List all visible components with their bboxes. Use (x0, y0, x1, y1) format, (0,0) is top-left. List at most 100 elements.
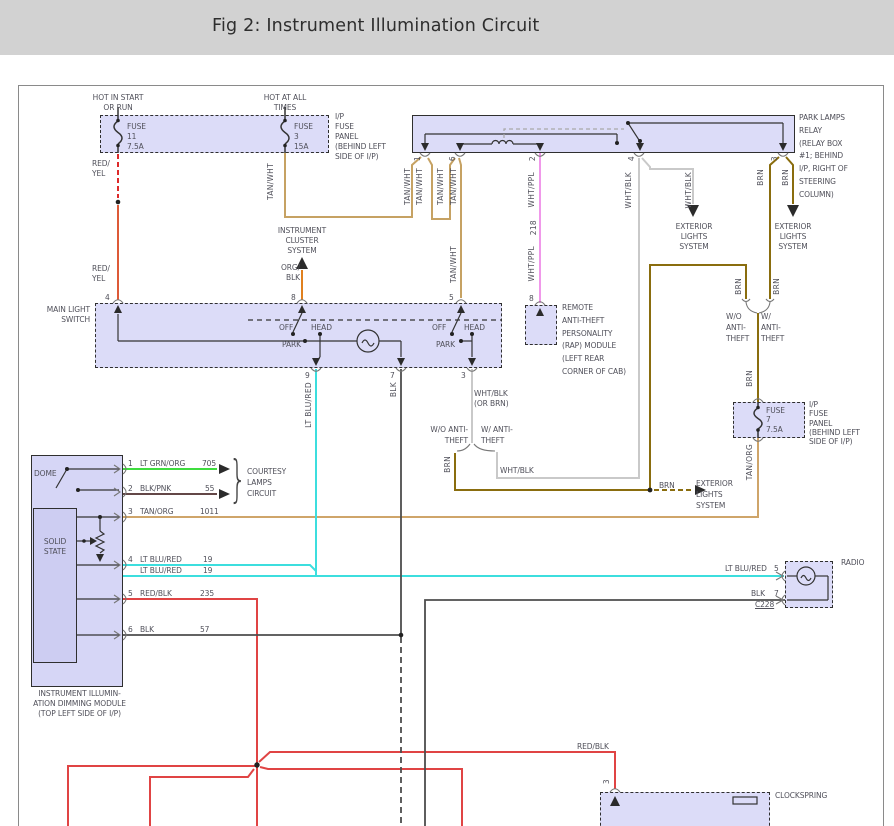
instrument-cluster-system-label: INSTRUMENT CLUSTER SYSTEM (268, 226, 336, 256)
w-anti-theft-label-1: W/ ANTI- THEFT (481, 424, 513, 446)
fuse11-label: FUSE 11 7.5A (127, 122, 146, 152)
row5-circuit: 235 (200, 589, 214, 599)
mls-off-1: OFF (279, 323, 293, 333)
wht-ppl-label-1: WHT/PPL (527, 172, 536, 208)
blk-vlabel: BLK (389, 382, 398, 397)
wiring-diagram-page: Fig 2: Instrument Illumination Circuit (0, 0, 894, 826)
org-blk-label: ORG/ BLK (270, 263, 300, 283)
lt-blu-red-vlabel: LT BLU/RED (304, 382, 313, 428)
brn-vlabel-5: BRN (772, 278, 781, 295)
tan-wht-label-fuse3: TAN/WHT (266, 163, 275, 200)
relay-pin1: 1 (413, 156, 422, 161)
brn-label-1: BRN (756, 169, 765, 186)
row4b-circuit: 19 (203, 566, 212, 576)
row1-pin: 1 (128, 459, 133, 469)
row4-circuit: 19 (203, 555, 212, 565)
ip-fuse-panel-label: I/P FUSE PANEL (BEHIND LEFT SIDE OF I/P) (335, 112, 386, 162)
row4-wire: LT BLU/RED (140, 555, 182, 565)
courtesy-brace: } (229, 450, 246, 508)
relay-pin3: 3 (770, 156, 779, 161)
relay-internals (425, 123, 783, 145)
radio-internals (787, 567, 828, 600)
w-anti-theft-label-2: W/ ANTI- THEFT (761, 311, 784, 344)
radio-pin7: 7 (774, 589, 779, 599)
tan-wht-label-2: TAN/WHT (415, 168, 424, 205)
fuse7-label: FUSE 7 7.5A (766, 406, 785, 434)
brn-vlabel-6: BRN (745, 370, 754, 387)
brn-label-2: BRN (781, 169, 790, 186)
rap-pin8: 8 (529, 294, 534, 304)
brn-vlabel-4: BRN (734, 278, 743, 295)
mls-head-2: HEAD (464, 323, 485, 333)
row3-circuit: 1011 (200, 507, 219, 517)
mls-pin8: 8 (291, 293, 296, 303)
exterior-lights-label-3: EXTERIOR LIGHTS SYSTEM (696, 478, 733, 511)
relay-pin2: 2 (528, 156, 537, 161)
solid-state-label: SOLID STATE (33, 537, 77, 557)
park-lamps-relay-label: PARK LAMPS RELAY (RELAY BOX #1; BEHIND I… (799, 112, 848, 202)
dome-label: DOME (34, 469, 57, 479)
wht-ppl-label-2: WHT/PPL (527, 246, 536, 282)
rap-module-label: REMOTE ANTI-THEFT PERSONALITY (RAP) MODU… (562, 302, 626, 379)
mls-pin4: 4 (105, 293, 110, 303)
wo-anti-theft-label-1: W/O ANTI- THEFT (413, 424, 468, 446)
wht-ppl-circuit-218: 218 (529, 220, 538, 235)
dimming-module-label: INSTRUMENT ILLUMIN- ATION DIMMING MODULE… (22, 689, 137, 719)
wht-blk-label-2: WHT/BLK (684, 172, 693, 209)
tan-wht-label-4: TAN/WHT (449, 168, 458, 205)
mls-park-2: PARK (436, 340, 455, 350)
row2-circuit: 55 (205, 484, 214, 494)
row1-wire: LT GRN/ORG (140, 459, 185, 469)
brn-inline-label: BRN (659, 481, 675, 491)
red-yel-label-2: RED/ YEL (92, 264, 110, 284)
fuse-symbols (114, 107, 762, 438)
mls-pin5: 5 (449, 293, 454, 303)
clockspring-pin3: 3 (602, 779, 611, 784)
row3-pin: 3 (128, 507, 133, 517)
wht-blk-or-brn-label: WHT/BLK (OR BRN) (474, 389, 509, 409)
radio-pin5: 5 (774, 564, 779, 574)
radio-connector-c228: C228 (755, 600, 774, 610)
radio-lt-blu-red-label: LT BLU/RED (725, 564, 767, 574)
wht-blk-label-1: WHT/BLK (624, 172, 633, 209)
row6-wire: BLK (140, 625, 154, 635)
relay-pin4: 4 (627, 156, 636, 161)
wo-anti-theft-label-2: W/O ANTI- THEFT (726, 311, 749, 344)
row3-wire: TAN/ORG (140, 507, 174, 517)
tan-org-vlabel: TAN/ORG (745, 444, 754, 480)
mls-head-1: HEAD (311, 323, 332, 333)
wht-blk-inline-label: WHT/BLK (500, 466, 534, 476)
exterior-lights-label-1: EXTERIOR LIGHTS SYSTEM (663, 222, 725, 252)
fuse3-label: FUSE 3 15A (294, 122, 313, 152)
mls-off-2: OFF (432, 323, 446, 333)
brn-vlabel-3: BRN (443, 456, 452, 473)
hot-in-start-label: HOT IN START OR RUN (70, 93, 166, 113)
row4-pin: 4 (128, 555, 133, 565)
radio-blk-label: BLK (751, 589, 765, 599)
clockspring-label: CLOCKSPRING (775, 791, 827, 801)
mls-pin9: 9 (305, 371, 310, 381)
tan-wht-label-5: TAN/WHT (449, 246, 458, 283)
row5-wire: RED/BLK (140, 589, 172, 599)
wire-tan-org (123, 438, 758, 517)
row1-circuit: 705 (202, 459, 216, 469)
row2-wire: BLK/PNK (140, 484, 171, 494)
exterior-lights-label-2: EXTERIOR LIGHTS SYSTEM (762, 222, 824, 252)
courtesy-lamps-label: COURTESY LAMPS CIRCUIT (247, 466, 286, 499)
row6-pin: 6 (128, 625, 133, 635)
switch-internals (118, 313, 501, 362)
tan-wht-label-1: TAN/WHT (403, 168, 412, 205)
red-yel-label-1: RED/ YEL (92, 159, 110, 179)
tan-wht-label-3: TAN/WHT (436, 168, 445, 205)
row6-circuit: 57 (200, 625, 209, 635)
main-light-switch-label: MAIN LIGHT SWITCH (38, 305, 90, 325)
relay-pin6: 6 (448, 156, 457, 161)
row5-pin: 5 (128, 589, 133, 599)
fuse7-panel-label: I/P FUSE PANEL (BEHIND LEFT SIDE OF I/P) (809, 400, 860, 446)
row2-pin: 2 (128, 484, 133, 494)
mls-park-1: PARK (282, 340, 301, 350)
hot-at-all-times-label: HOT AT ALL TIMES (247, 93, 323, 113)
clockspring-internals (733, 797, 757, 804)
mls-pin7: 7 (390, 371, 395, 381)
radio-label: RADIO (841, 558, 864, 568)
